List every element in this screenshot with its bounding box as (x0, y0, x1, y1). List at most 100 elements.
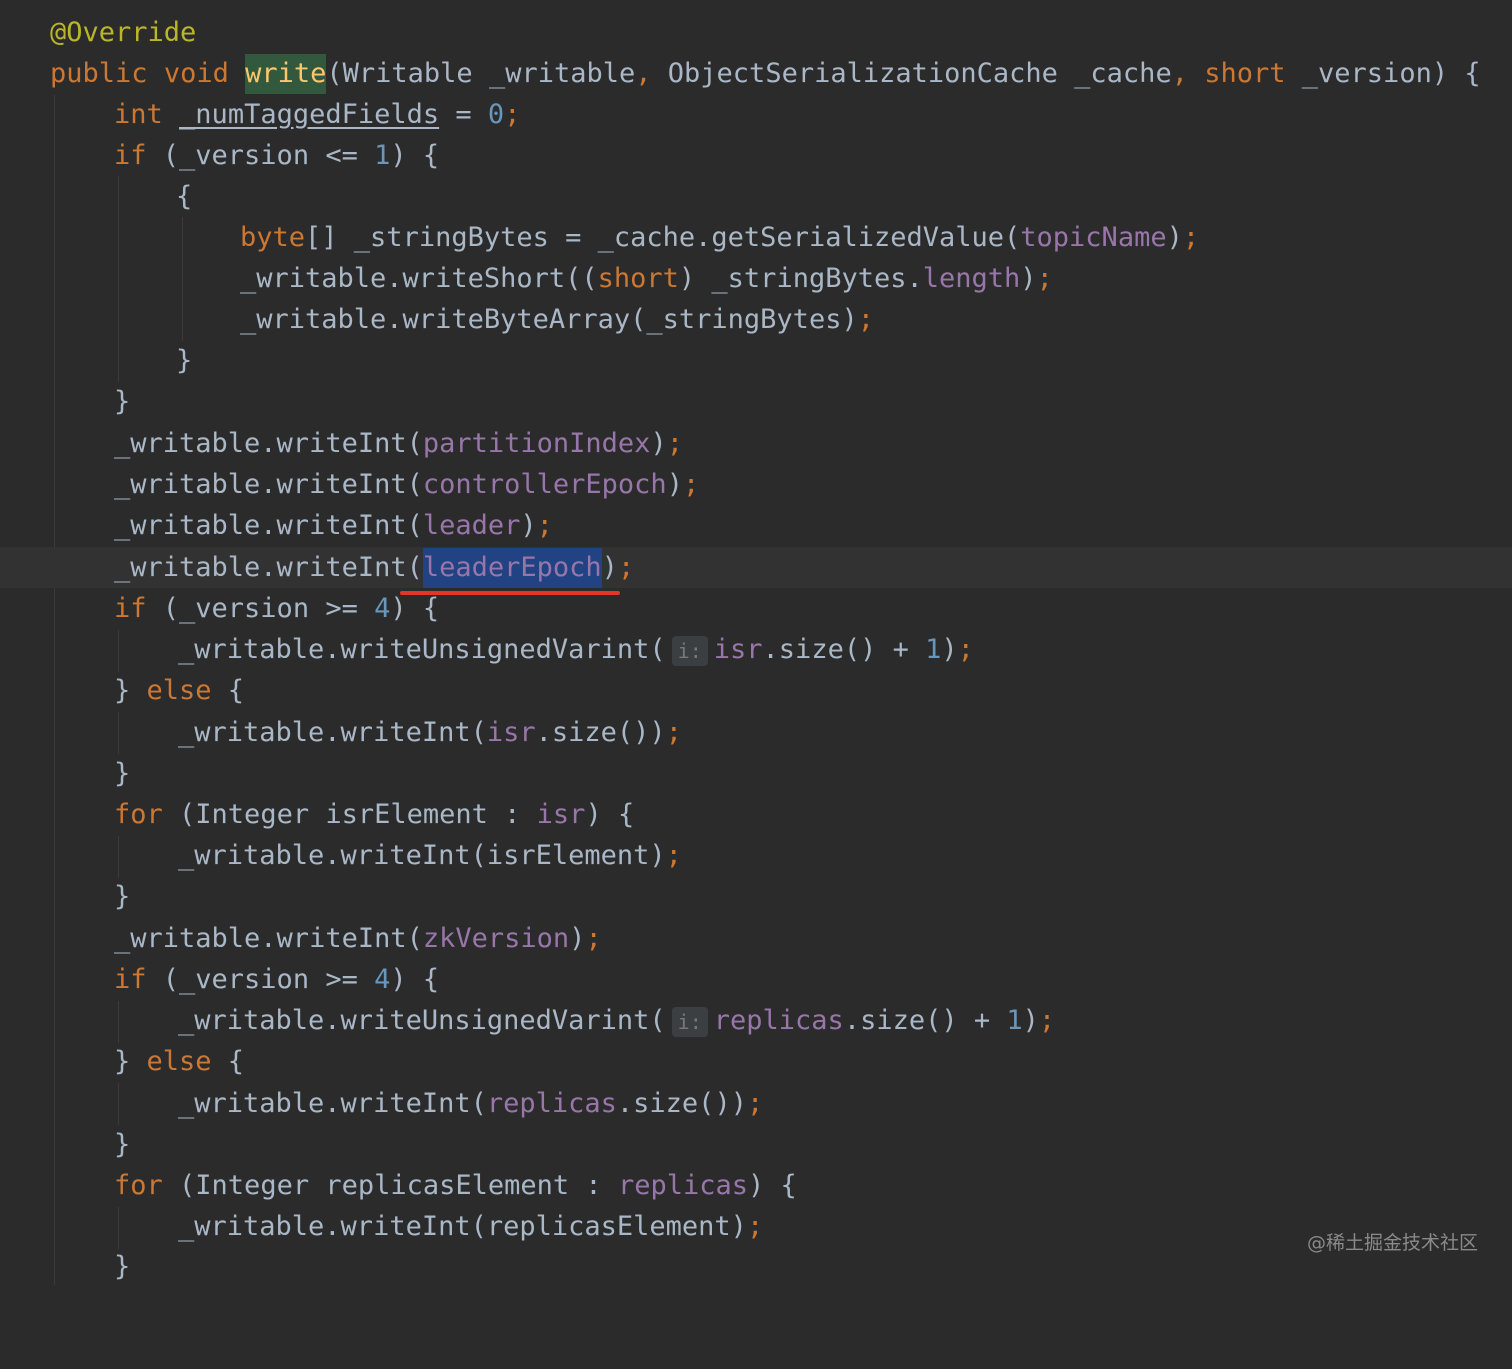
field-token: isr (536, 799, 586, 830)
code-line-11[interactable]: _writable.writeInt(partitionIndex); (0, 423, 1512, 464)
code-token: [] _stringBytes = _cache.getSerializedVa… (305, 222, 1021, 253)
code-line-29[interactable]: for (Integer replicasElement : replicas)… (0, 1165, 1512, 1206)
keyword-token: int (114, 99, 163, 130)
code-token: _numTaggedFields (179, 99, 440, 130)
code-token: _writable.writeInt(replicasElement) (178, 1211, 747, 1242)
semicolon-token: ; (1036, 263, 1053, 294)
code-line-2[interactable]: public void write(Writable _writable, Ob… (0, 53, 1512, 94)
watermark: @稀土掘金技术社区 (1306, 1232, 1478, 1254)
code-line-18[interactable]: _writable.writeInt(isr.size()); (0, 712, 1512, 753)
keyword-token: short (597, 263, 679, 294)
code-token: ) (601, 552, 618, 583)
code-token: _writable.writeInt( (114, 428, 423, 459)
code-token: .size() + (843, 1005, 1007, 1036)
field-token: leader (422, 510, 521, 541)
code-token: ) (941, 634, 958, 665)
code-line-22[interactable]: } (0, 876, 1512, 917)
semicolon-token: ; (536, 510, 553, 541)
code-line-16[interactable]: _writable.writeUnsignedVarint(i: isr.size… (0, 629, 1512, 670)
code-line-31[interactable]: } (0, 1246, 1512, 1287)
code-token: ) (569, 923, 586, 954)
number-token: 1 (1006, 1005, 1023, 1036)
number-token: 1 (374, 140, 391, 171)
code-token: ) { (390, 593, 440, 624)
code-line-17[interactable]: } else { (0, 670, 1512, 711)
code-line-13[interactable]: _writable.writeInt(leader); (0, 505, 1512, 546)
code-line-9[interactable]: } (0, 340, 1512, 381)
keyword-token: void (163, 58, 229, 89)
semicolon-token: ; (1182, 222, 1200, 253)
code-token: ) { (390, 964, 440, 995)
code-line-19[interactable]: } (0, 753, 1512, 794)
method-name-highlight[interactable]: write (245, 54, 327, 94)
field-token: topicName (1020, 222, 1167, 253)
code-line-27[interactable]: _writable.writeInt(replicas.size()); (0, 1083, 1512, 1124)
field-token: replicas (486, 1088, 617, 1119)
code-line-1[interactable]: @Override (0, 12, 1512, 53)
code-line-14-current[interactable]: _writable.writeInt(leaderEpoch); (0, 547, 1512, 588)
number-token: 1 (925, 634, 942, 665)
semicolon-token: ; (746, 1211, 764, 1242)
code-token: { (211, 675, 245, 706)
code-line-15[interactable]: if (_version >= 4) { (0, 588, 1512, 629)
code-token: } (114, 1129, 131, 1160)
selected-field-leader-epoch[interactable]: leaderEpoch (422, 548, 602, 588)
code-line-24[interactable]: if (_version >= 4) { (0, 959, 1512, 1000)
code-token: { (176, 181, 193, 212)
code-token: ) _stringBytes. (678, 263, 923, 294)
field-token: length (922, 263, 1021, 294)
keyword-token: for (114, 799, 163, 830)
code-token: } (114, 675, 147, 706)
code-line-26[interactable]: } else { (0, 1041, 1512, 1082)
code-token: ) (520, 510, 537, 541)
keyword-token: if (114, 140, 147, 171)
code-token: .size()) (535, 717, 666, 748)
keyword-token: if (114, 593, 147, 624)
code-line-12[interactable]: _writable.writeInt(controllerEpoch); (0, 464, 1512, 505)
code-line-4[interactable]: if (_version <= 1) { (0, 135, 1512, 176)
keyword-token: public (50, 58, 148, 89)
field-token: isr (486, 717, 536, 748)
code-token: _writable.writeUnsignedVarint( (178, 1005, 666, 1036)
code-line-28[interactable]: } (0, 1124, 1512, 1165)
code-token: _writable.writeInt( (114, 923, 423, 954)
code-token: { (211, 1046, 245, 1077)
code-token: .size() + (762, 634, 926, 665)
code-line-21[interactable]: _writable.writeInt(isrElement); (0, 835, 1512, 876)
code-token: .size()) (616, 1088, 747, 1119)
code-token: ) (1166, 222, 1183, 253)
code-line-20[interactable]: for (Integer isrElement : isr) { (0, 794, 1512, 835)
parameter-hint: i: (671, 635, 708, 666)
code-token: ) { (390, 140, 440, 171)
field-token: isr (713, 634, 763, 665)
number-token: 4 (374, 964, 391, 995)
code-line-6[interactable]: byte[] _stringBytes = _cache.getSerializ… (0, 217, 1512, 258)
parameter-hint: i: (671, 1006, 708, 1037)
keyword-token: if (114, 964, 147, 995)
code-line-5[interactable]: { (0, 176, 1512, 217)
code-line-3[interactable]: int _numTaggedFields = 0; (0, 94, 1512, 135)
semicolon-token: ; (665, 717, 682, 748)
code-line-8[interactable]: _writable.writeByteArray(_stringBytes); (0, 299, 1512, 340)
keyword-token: else (146, 675, 212, 706)
code-line-23[interactable]: _writable.writeInt(zkVersion); (0, 918, 1512, 959)
code-line-10[interactable]: } (0, 381, 1512, 422)
semicolon-token: ; (585, 923, 602, 954)
code-editor[interactable]: @Override public void write(Writable _wr… (0, 0, 1512, 1287)
code-token: } (114, 386, 131, 417)
code-token: (Integer replicasElement : (162, 1170, 618, 1201)
code-token: ) (666, 469, 683, 500)
code-line-7[interactable]: _writable.writeShort((short) _stringByte… (0, 258, 1512, 299)
keyword-token: else (146, 1046, 212, 1077)
number-token: 0 (487, 99, 505, 130)
field-token: controllerEpoch (422, 469, 667, 500)
code-line-30[interactable]: _writable.writeInt(replicasElement); (0, 1206, 1512, 1247)
semicolon-token: ; (666, 428, 683, 459)
code-line-25[interactable]: _writable.writeUnsignedVarint(i: replicas… (0, 1000, 1512, 1041)
semicolon-token: ; (504, 99, 521, 130)
code-token: _writable.writeInt(isrElement) (178, 840, 666, 871)
code-token: ) { (747, 1170, 797, 1201)
code-token: _writable.writeInt( (178, 1088, 487, 1119)
code-token: (Integer isrElement : (162, 799, 537, 830)
code-token: } (114, 881, 131, 912)
